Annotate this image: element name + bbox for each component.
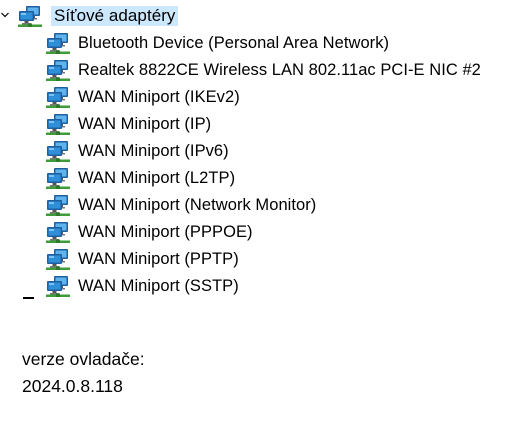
tree-item-label: WAN Miniport (PPPOE): [78, 222, 253, 241]
tree-item-wan-ikev2[interactable]: WAN Miniport (IKEv2): [0, 83, 530, 110]
tree-item-label: Bluetooth Device (Personal Area Network): [78, 33, 390, 52]
network-adapter-icon: [46, 167, 70, 189]
tree-item-label: WAN Miniport (Network Monitor): [78, 195, 317, 214]
tree-item-label: WAN Miniport (IP): [78, 114, 212, 133]
network-adapter-icon: [46, 140, 70, 162]
chevron-down-icon[interactable]: [0, 10, 10, 20]
network-adapter-icon: [46, 221, 70, 243]
tree-item-label: WAN Miniport (L2TP): [78, 168, 236, 187]
tree-item-realtek-wireless[interactable]: Realtek 8822CE Wireless LAN 802.11ac PCI…: [0, 56, 530, 83]
tree-item-wan-network-monitor[interactable]: WAN Miniport (Network Monitor): [0, 191, 530, 218]
network-adapter-icon: [46, 32, 70, 54]
category-label: Síťové adaptéry: [51, 5, 179, 26]
driver-version-value: 2024.0.8.118: [22, 376, 123, 396]
network-adapter-icon: [46, 275, 70, 297]
tree-item-wan-l2tp[interactable]: WAN Miniport (L2TP): [0, 164, 530, 191]
network-adapter-icon: [18, 5, 42, 27]
tree-item-wan-ipv6[interactable]: WAN Miniport (IPv6): [0, 137, 530, 164]
tree-item-label: WAN Miniport (PPTP): [78, 249, 239, 268]
network-adapter-icon: [46, 248, 70, 270]
network-adapter-icon: [46, 113, 70, 135]
device-tree: Síťové adaptéry Bluetooth Device (Person…: [0, 2, 530, 299]
tree-item-label: WAN Miniport (IKEv2): [78, 87, 240, 106]
tree-item-wan-pppoe[interactable]: WAN Miniport (PPPOE): [0, 218, 530, 245]
tree-item-label: WAN Miniport (SSTP): [78, 276, 239, 295]
tree-item-label: Realtek 8822CE Wireless LAN 802.11ac PCI…: [78, 60, 481, 79]
tree-category-network-adapters[interactable]: Síťové adaptéry: [0, 2, 530, 29]
tree-item-bluetooth-pan[interactable]: Bluetooth Device (Personal Area Network): [0, 29, 530, 56]
network-adapter-icon: [46, 86, 70, 108]
driver-version-label: verze ovladače:: [22, 349, 145, 369]
network-adapter-icon: [46, 59, 70, 81]
tree-item-label: WAN Miniport (IPv6): [78, 141, 229, 160]
tree-item-wan-pptp[interactable]: WAN Miniport (PPTP): [0, 245, 530, 272]
tree-item-wan-ip[interactable]: WAN Miniport (IP): [0, 110, 530, 137]
tree-item-wan-sstp[interactable]: WAN Miniport (SSTP): [0, 272, 530, 299]
tree-end-marker: [23, 297, 34, 299]
network-adapter-icon: [46, 194, 70, 216]
